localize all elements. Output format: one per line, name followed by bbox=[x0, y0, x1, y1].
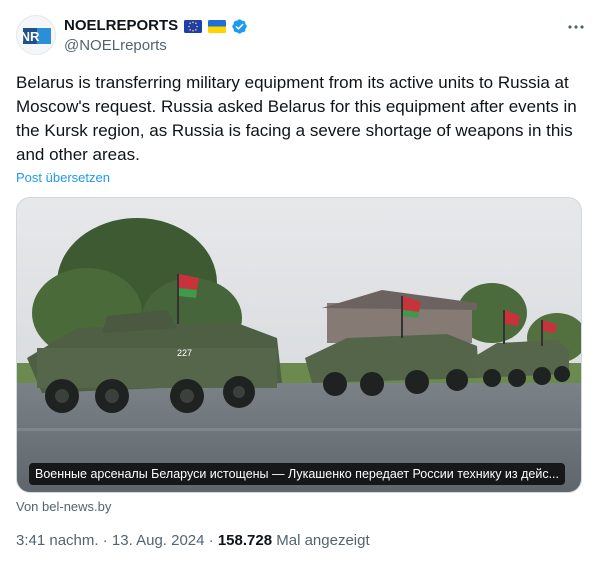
translate-post-link[interactable]: Post übersetzen bbox=[16, 170, 110, 186]
avatar[interactable]: NR bbox=[16, 15, 56, 55]
user-handle[interactable]: @NOELreports bbox=[64, 37, 167, 55]
tweet-meta: 3:41 nachm. · 13. Aug. 2024 · 158.728 Ma… bbox=[16, 532, 370, 550]
tweet-header: NR NOELREPORTS @NOELreports bbox=[16, 15, 591, 59]
meta-separator: · bbox=[98, 532, 112, 549]
post-time[interactable]: 3:41 nachm. bbox=[16, 532, 99, 549]
more-options-button[interactable] bbox=[565, 17, 587, 37]
link-preview-caption: Военные арсеналы Беларуси истощены — Лук… bbox=[29, 463, 566, 485]
tweet-text: Belarus is transferring military equipme… bbox=[16, 73, 577, 164]
vehicle-number: 227 bbox=[177, 348, 192, 358]
more-horizontal-icon bbox=[568, 25, 584, 29]
ukraine-flag-icon bbox=[208, 19, 227, 33]
link-preview-card[interactable]: 227 Военные арсеналы Беларуси истощены —… bbox=[16, 197, 582, 493]
view-count[interactable]: 158.728 bbox=[218, 532, 272, 549]
tweet-card: NR NOELREPORTS @NOELreports Belarus is t… bbox=[0, 0, 607, 571]
post-date[interactable]: 13. Aug. 2024 bbox=[112, 532, 205, 549]
media-image: 227 bbox=[17, 198, 581, 492]
eu-flag-icon bbox=[184, 19, 203, 33]
meta-separator: · bbox=[204, 532, 218, 549]
nr-logo-icon: NR bbox=[17, 16, 55, 54]
link-source[interactable]: Von bel-news.by bbox=[16, 499, 111, 515]
verified-badge-icon[interactable] bbox=[231, 18, 248, 35]
display-name[interactable]: NOELREPORTS bbox=[64, 17, 178, 35]
name-row: NOELREPORTS bbox=[64, 17, 248, 35]
view-count-label: Mal angezeigt bbox=[272, 532, 370, 549]
avatar-letters: NR bbox=[21, 29, 40, 44]
